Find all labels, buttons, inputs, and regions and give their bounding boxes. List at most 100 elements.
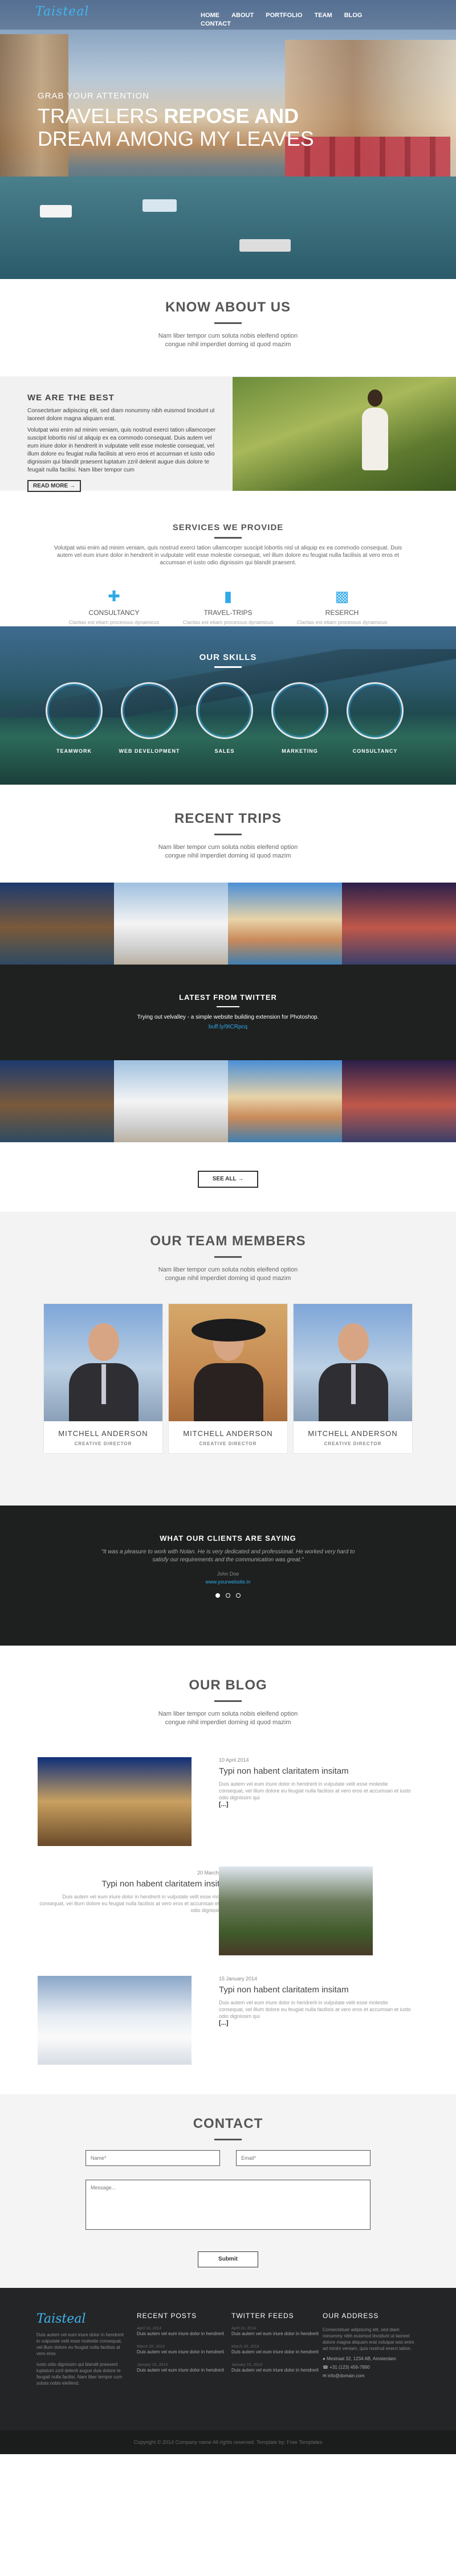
gallery-image[interactable] xyxy=(0,1060,114,1142)
blog-post-image[interactable] xyxy=(38,1976,192,2065)
read-more-button[interactable]: READ MORE → xyxy=(27,480,81,492)
twitter-section: LATEST FROM TWITTER Trying out velvalley… xyxy=(0,965,456,1060)
services-text: Volutpat wisi enim ad minim veniam, quis… xyxy=(54,545,402,566)
post-read-more[interactable]: [...] xyxy=(219,1801,413,1808)
footer-post-link[interactable]: Duis autem vel eum iriure dolor in hendr… xyxy=(137,2367,228,2373)
see-all-wrapper: SEE ALL → xyxy=(0,1142,456,1212)
nav-contact[interactable]: CONTACT xyxy=(201,20,231,28)
nav-blog[interactable]: BLOG xyxy=(344,11,363,20)
member-name: MITCHELL ANDERSON xyxy=(58,1429,148,1438)
site-logo[interactable]: Taisteal xyxy=(35,5,89,19)
footer-recent-title: RECENT POSTS xyxy=(137,2312,197,2320)
nav-home[interactable]: HOME xyxy=(201,11,219,20)
services-section: SERVICES WE PROVIDE Volutpat wisi enim a… xyxy=(0,491,456,639)
skill-circle xyxy=(271,682,328,739)
skill-label: SALES xyxy=(214,748,235,754)
name-field[interactable]: Name* xyxy=(85,2150,220,2166)
nav-team[interactable]: TEAM xyxy=(314,11,332,20)
see-all-button[interactable]: SEE ALL → xyxy=(198,1171,258,1188)
blog-text: Nam liber tempor cum soluta nobis eleife… xyxy=(158,1711,298,1726)
tweet-text: Trying out velvalley - a simple website … xyxy=(137,1014,319,1020)
carousel-dot[interactable] xyxy=(215,1593,220,1598)
post-read-more[interactable]: [...] xyxy=(219,2020,413,2027)
email-field[interactable]: Email* xyxy=(236,2150,370,2166)
trips-gallery xyxy=(0,1060,456,1142)
testimonial-website[interactable]: www.yourwebsite.in xyxy=(0,1579,456,1585)
contact-title: CONTACT xyxy=(193,2116,263,2131)
skill-circle xyxy=(46,682,103,739)
hero-title: TRAVELERS REPOSE AND DREAM AMONG MY LEAV… xyxy=(38,105,334,150)
know-section: KNOW ABOUT US Nam liber tempor cum solut… xyxy=(0,279,456,377)
member-photo xyxy=(169,1304,287,1421)
best-title: WE ARE THE BEST xyxy=(27,393,115,403)
footer-post-date: April 10, 2014 xyxy=(137,2327,162,2331)
hero-boat xyxy=(40,205,72,218)
gallery-image[interactable] xyxy=(114,883,228,965)
blog-post-text: 10 April 2014 Typi non habent claritatem… xyxy=(219,1757,413,1808)
member-photo xyxy=(44,1304,162,1421)
post-date: 15 January 2014 xyxy=(219,1976,258,1982)
mail-icon: ✉ xyxy=(323,2373,327,2378)
post-title[interactable]: Typi non habent claritatem insitam xyxy=(38,1879,231,1889)
footer-post-link[interactable]: Duis autem vel eum iriure dolor in hendr… xyxy=(137,2349,228,2355)
gallery-image[interactable] xyxy=(0,883,114,965)
team-member-card[interactable]: MITCHELL ANDERSON CREATIVE DIRECTOR xyxy=(43,1303,163,1454)
know-text: Nam liber tempor cum soluta nobis eleife… xyxy=(158,333,298,348)
message-field[interactable]: Message... xyxy=(85,2180,370,2230)
team-text: Nam liber tempor cum soluta nobis eleife… xyxy=(158,1266,298,1282)
footer-tweet-date: April 10, 2014 xyxy=(231,2327,256,2331)
best-paragraph-2: Volutpat wisi enim ad minim veniam, quis… xyxy=(27,427,216,473)
gallery-image[interactable] xyxy=(228,883,342,965)
submit-button[interactable]: Submit xyxy=(198,2251,258,2267)
nav-portfolio[interactable]: PORTFOLIO xyxy=(266,11,302,20)
nav-about[interactable]: ABOUT xyxy=(231,11,254,20)
footer-about: Taisteal Duis autem vel eum iriure dolor… xyxy=(36,2312,128,2391)
footer-post-link[interactable]: Duis autem vel eum iriure dolor in hendr… xyxy=(137,2331,228,2337)
read-more-label: READ MORE xyxy=(33,483,68,489)
team-member-card[interactable]: MITCHELL ANDERSON CREATIVE DIRECTOR xyxy=(168,1303,288,1454)
skill-circle xyxy=(196,682,253,739)
gallery-image[interactable] xyxy=(114,1060,228,1142)
post-read-more[interactable]: [...] xyxy=(38,1914,232,1921)
title-divider xyxy=(214,834,242,835)
contact-section: CONTACT Name* Email* Message... Submit xyxy=(0,2094,456,2288)
testimonials-title: WHAT OUR CLIENTS ARE SAYING xyxy=(160,1534,296,1543)
member-name: MITCHELL ANDERSON xyxy=(183,1429,273,1438)
trips-title: RECENT TRIPS xyxy=(174,811,282,826)
member-role: CREATIVE DIRECTOR xyxy=(199,1441,257,1446)
service-title: TRAVEL-TRIPS xyxy=(203,609,253,617)
top-navbar: Taisteal HOME ABOUT PORTFOLIO TEAM BLOG … xyxy=(0,0,456,30)
footer-tweet-text[interactable]: Duis autem vel eum iriure dolor in hendr… xyxy=(231,2367,323,2373)
service-title: CONSULTANCY xyxy=(88,609,140,617)
title-divider xyxy=(214,2139,242,2140)
footer-logo[interactable]: Taisteal xyxy=(36,2312,128,2326)
heart-medical-icon: ✚ xyxy=(108,588,120,605)
blog-post-image[interactable] xyxy=(219,1867,373,1955)
phone-icon: ☎ xyxy=(323,2365,328,2370)
tweet-link[interactable]: buff.ly/9tCRpcq xyxy=(0,1024,456,1030)
footer-twitter-title: TWITTER FEEDS xyxy=(231,2312,294,2320)
carousel-dot[interactable] xyxy=(226,1593,230,1598)
services-title: SERVICES WE PROVIDE xyxy=(172,523,284,532)
post-excerpt: Duis autem vel eum iriure dolor in hendr… xyxy=(39,1894,231,1913)
carousel-dot[interactable] xyxy=(236,1593,241,1598)
footer-tweet-text[interactable]: Duis autem vel eum iriure dolor in hendr… xyxy=(231,2349,323,2355)
gallery-image[interactable] xyxy=(228,1060,342,1142)
post-title[interactable]: Typi non habent claritatem insitam xyxy=(219,1985,413,1995)
title-divider xyxy=(214,537,242,539)
gallery-image[interactable] xyxy=(342,1060,456,1142)
trips-gallery xyxy=(0,883,456,965)
skill-label: MARKETING xyxy=(282,748,318,754)
hero-title-bold: REPOSE AND xyxy=(164,104,299,128)
blog-post-image[interactable] xyxy=(38,1757,192,1846)
footer-post-date: January 15, 2014 xyxy=(137,2363,168,2367)
footer-phone-text: +31 (123) 456-7890 xyxy=(329,2365,370,2370)
footer-about-text: Duis autem vel eum iriure dolor in hendr… xyxy=(36,2332,124,2356)
post-title[interactable]: Typi non habent claritatem insitam xyxy=(219,1766,413,1776)
footer-email[interactable]: ✉ info@domain.com xyxy=(323,2373,420,2378)
title-divider xyxy=(214,322,242,324)
team-member-card[interactable]: MITCHELL ANDERSON CREATIVE DIRECTOR xyxy=(293,1303,413,1454)
gallery-image[interactable] xyxy=(342,883,456,965)
footer-tweet-text[interactable]: Duis autem vel eum iriure dolor in hendr… xyxy=(231,2331,323,2337)
copyright-bar: Copyright © 2014 Company name All rights… xyxy=(0,2430,456,2454)
